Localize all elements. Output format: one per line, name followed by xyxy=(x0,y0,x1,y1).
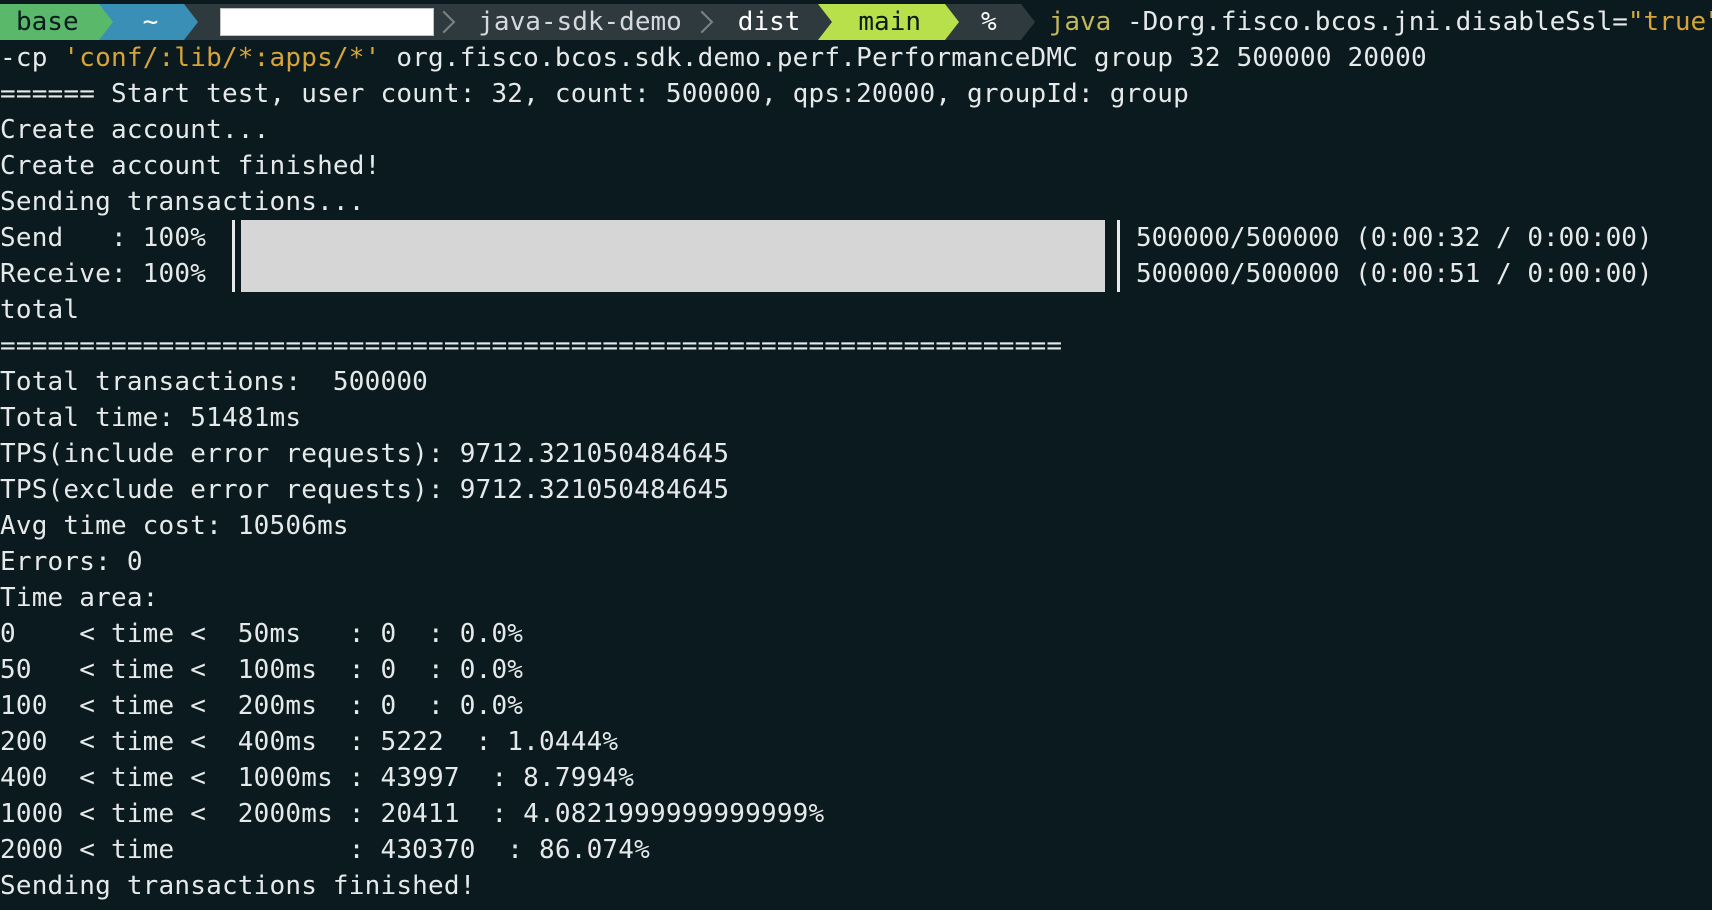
output-create-done-line: Create account finished! xyxy=(0,151,381,181)
command-args: org.fisco.bcos.sdk.demo.perf.Performance… xyxy=(380,43,1427,73)
time-area-heading: Time area: xyxy=(0,583,159,613)
progress-bar xyxy=(232,220,1120,292)
receive-progress-count: 500000/500000 (0:00:51 / 0:00:00) xyxy=(1136,259,1653,289)
home-segment: ~ xyxy=(112,4,185,40)
command-flag-value: "true" xyxy=(1627,7,1712,37)
segment-arrow-icon xyxy=(818,4,833,40)
receive-progress-fill xyxy=(241,256,1105,292)
time-area-row: 0 < time < 50ms : 0 : 0.0% xyxy=(0,619,524,649)
tps-include-errors: TPS(include error requests): 9712.321050… xyxy=(0,439,730,469)
command-java: java xyxy=(1048,7,1112,37)
output-total-line: total xyxy=(0,295,80,325)
shell-prompt: base ~ java-sdk-demo dist main % java -D… xyxy=(0,4,1712,40)
time-area-row: 1000 < time < 2000ms : 20411 : 4.0821999… xyxy=(0,799,825,829)
time-area-row: 400 < time < 1000ms : 43997 : 8.7994% xyxy=(0,763,635,793)
time-area-row: 2000 < time : 430370 : 86.074% xyxy=(0,835,650,865)
output-finished-line: Sending transactions finished! xyxy=(0,871,476,901)
command-line: java -Dorg.fisco.bcos.jni.disableSsl="tr… xyxy=(1035,4,1712,40)
path-segment-dist: dist xyxy=(713,4,819,40)
time-area-row: 50 < time < 100ms : 0 : 0.0% xyxy=(0,655,524,685)
redaction-box xyxy=(220,8,435,36)
output-start-line: ====== Start test, user count: 32, count… xyxy=(0,79,1189,109)
command-continuation: -cp 'conf/:lib/*:apps/*' org.fisco.bcos.… xyxy=(0,40,1427,76)
segment-arrow-icon xyxy=(1020,4,1035,40)
segment-arrow-icon xyxy=(945,4,960,40)
output-divider: ========================================… xyxy=(0,331,1063,361)
path-separator-icon xyxy=(442,4,457,40)
tps-exclude-errors: TPS(exclude error requests): 9712.321050… xyxy=(0,475,730,505)
send-progress-fill xyxy=(241,220,1105,256)
avg-time-cost: Avg time cost: 10506ms xyxy=(0,511,349,541)
total-time: Total time: 51481ms xyxy=(0,403,302,433)
send-progress-count: 500000/500000 (0:00:32 / 0:00:00) xyxy=(1136,223,1653,253)
send-label: Send : 100% xyxy=(0,223,207,253)
path-segment-project: java-sdk-demo xyxy=(456,4,700,40)
errors-count: Errors: 0 xyxy=(0,547,143,577)
time-area-row: 100 < time < 200ms : 0 : 0.0% xyxy=(0,691,524,721)
classpath-string: 'conf/:lib/*:apps/*' xyxy=(63,43,381,73)
git-branch-segment: main xyxy=(832,4,946,40)
command-flag: -Dorg.fisco.bcos.jni.disableSsl= xyxy=(1111,7,1628,37)
total-transactions: Total transactions: 500000 xyxy=(0,367,429,397)
path-separator-icon xyxy=(699,4,714,40)
redacted-user-segment xyxy=(198,4,443,40)
receive-label: Receive: 100% xyxy=(0,259,207,289)
segment-arrow-icon xyxy=(98,4,113,40)
prompt-symbol: % xyxy=(959,4,1021,40)
time-area-row: 200 < time < 400ms : 5222 : 1.0444% xyxy=(0,727,619,757)
conda-env-segment: base xyxy=(0,4,99,40)
cp-flag: -cp xyxy=(0,43,64,73)
output-create-line: Create account... xyxy=(0,115,270,145)
segment-arrow-icon xyxy=(184,4,199,40)
output-sending-line: Sending transactions... xyxy=(0,187,365,217)
